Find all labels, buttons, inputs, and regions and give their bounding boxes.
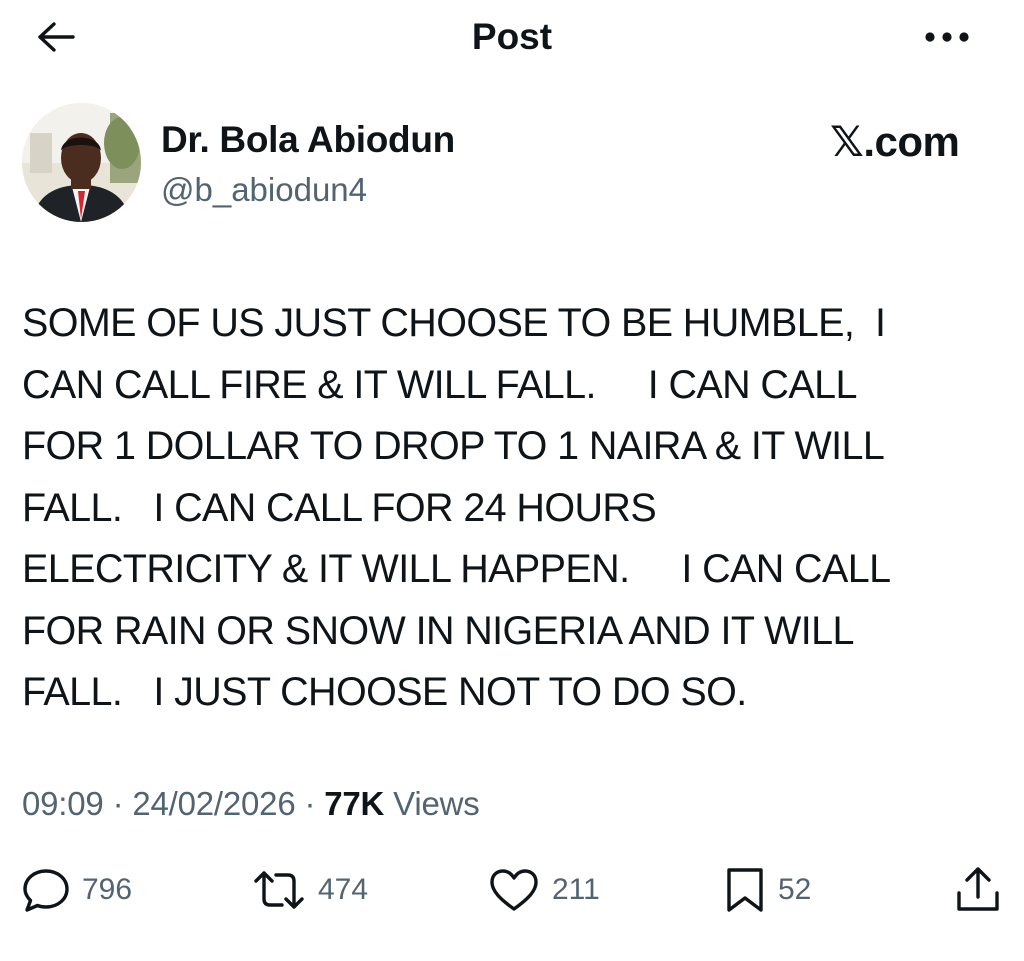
post-meta: 09:09 · 24/02/2026 · 77K Views: [22, 781, 480, 827]
author-handle[interactable]: @b_abiodun4: [161, 168, 367, 212]
more-options-button[interactable]: [916, 14, 978, 60]
author-name[interactable]: Dr. Bola Abiodun: [161, 116, 455, 164]
avatar[interactable]: [22, 103, 141, 222]
profile-photo-icon: [22, 103, 141, 222]
repost-button[interactable]: 474: [252, 862, 368, 918]
reply-icon: [22, 867, 70, 913]
post-time: 09:09: [22, 785, 104, 822]
heart-icon: [488, 867, 540, 913]
page-title: Post: [471, 16, 553, 57]
meta-separator: ·: [112, 785, 124, 822]
views-count[interactable]: 77K: [324, 785, 384, 822]
more-horizontal-icon: [923, 30, 971, 44]
post-date: 24/02/2026: [132, 785, 296, 822]
xcom-watermark: 𝕏.com: [830, 118, 960, 165]
repost-count: 474: [318, 873, 369, 906]
repost-icon: [252, 869, 306, 911]
post-text: SOME OF US JUST CHOOSE TO BE HUMBLE, I C…: [22, 301, 891, 714]
views-label: Views: [393, 785, 480, 822]
reply-count: 796: [82, 873, 133, 906]
reply-button[interactable]: 796: [22, 862, 132, 918]
bookmark-count: 52: [778, 873, 812, 906]
bookmark-icon: [724, 866, 766, 914]
share-icon: [954, 865, 1002, 915]
bookmark-button[interactable]: 52: [724, 862, 811, 918]
like-count: 211: [552, 873, 600, 906]
meta-separator: ·: [304, 785, 316, 822]
like-button[interactable]: 211: [488, 862, 600, 918]
share-button[interactable]: [954, 862, 1002, 918]
